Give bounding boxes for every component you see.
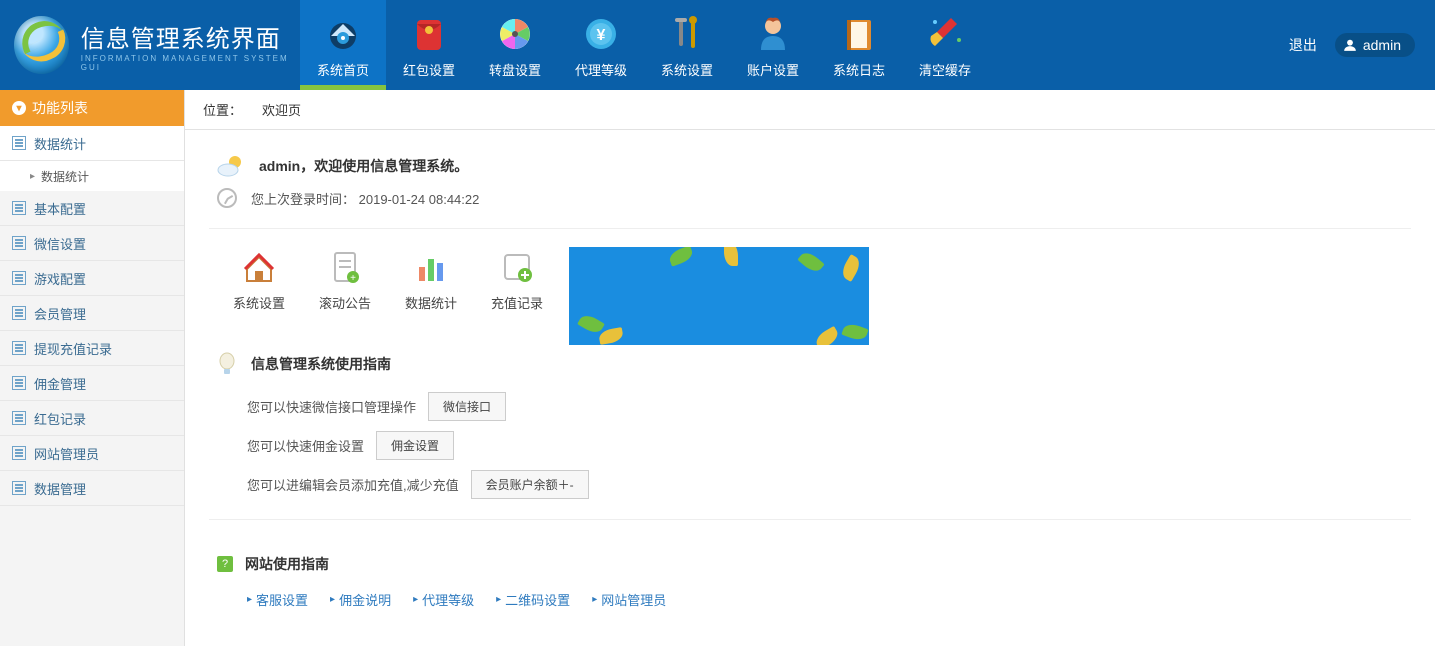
user-icon [751, 12, 795, 56]
list-icon [12, 271, 26, 285]
brand-subtitle: INFORMATION MANAGEMENT SYSTEM GUI [81, 54, 300, 72]
list-icon [12, 481, 26, 495]
top-nav-user[interactable]: 账户设置 [730, 0, 816, 90]
shortcuts: 系统设置+滚动公告数据统计充值记录红包 [209, 249, 1411, 312]
shortcut-home[interactable]: 系统设置 [233, 249, 285, 312]
user-name: admin [1363, 37, 1401, 53]
list-icon [12, 376, 26, 390]
top-nav-home[interactable]: 系统首页 [300, 0, 386, 90]
top-nav: 系统首页红包设置转盘设置¥代理等级系统设置账户设置系统日志清空缓存 [300, 0, 988, 90]
sidebar-item[interactable]: 会员管理 [0, 296, 184, 331]
guide-button[interactable]: 微信接口 [428, 392, 506, 421]
sidebar-item[interactable]: 游戏配置 [0, 261, 184, 296]
top-nav-wheel[interactable]: 转盘设置 [472, 0, 558, 90]
clock-icon [217, 188, 237, 208]
sidebar-item[interactable]: 数据统计 [0, 126, 184, 161]
last-login-row: 您上次登录时间： 2019-01-24 08:44:22 [209, 188, 1411, 208]
recharge-icon [499, 249, 535, 285]
doc-icon: + [327, 249, 363, 285]
bars-icon [413, 249, 449, 285]
home-icon [241, 249, 277, 285]
top-nav-badge[interactable]: ¥代理等级 [558, 0, 644, 90]
top-nav-tools[interactable]: 系统设置 [644, 0, 730, 90]
svg-text:+: + [350, 273, 356, 284]
site-guide-link[interactable]: 客服设置 [247, 590, 308, 609]
sidebar-item[interactable]: 网站管理员 [0, 436, 184, 471]
sidebar-item[interactable]: 提现充值记录 [0, 331, 184, 366]
list-icon [12, 236, 26, 250]
brand-title: 信息管理系统界面 [81, 19, 300, 54]
home-icon [321, 12, 365, 56]
site-guide-link[interactable]: 代理等级 [413, 590, 474, 609]
top-nav-log[interactable]: 系统日志 [816, 0, 902, 90]
guide-button[interactable]: 佣金设置 [376, 431, 454, 460]
top-nav-brush[interactable]: 清空缓存 [902, 0, 988, 90]
site-guide-link[interactable]: 佣金说明 [330, 590, 391, 609]
svg-text:¥: ¥ [597, 27, 606, 44]
breadcrumb: 位置： 欢迎页 [185, 90, 1435, 130]
log-icon [837, 12, 881, 56]
brand: 信息管理系统界面 INFORMATION MANAGEMENT SYSTEM G… [0, 0, 300, 90]
shortcut-bars[interactable]: 数据统计 [405, 249, 457, 312]
sidebar: ▾ 功能列表 数据统计数据统计基本配置微信设置游戏配置会员管理提现充值记录佣金管… [0, 90, 185, 646]
wheel-icon [493, 12, 537, 56]
list-icon [12, 306, 26, 320]
logout-link[interactable]: 退出 [1289, 35, 1317, 55]
sidebar-header[interactable]: ▾ 功能列表 [0, 90, 184, 126]
redpacket-icon [407, 12, 451, 56]
last-login-time: 2019-01-24 08:44:22 [359, 192, 480, 207]
list-icon [12, 201, 26, 215]
guide-row: 您可以快速佣金设置佣金设置 [247, 431, 1411, 460]
guide-title: 信息管理系统使用指南 [251, 354, 391, 374]
chevron-down-icon: ▾ [12, 101, 26, 115]
list-icon [12, 446, 26, 460]
site-guide: ? 网站使用指南 客服设置 佣金说明 代理等级 二维码设置 网站管理员 [209, 554, 1411, 609]
site-guide-title: 网站使用指南 [245, 554, 329, 574]
badge-icon: ¥ [579, 12, 623, 56]
list-icon [12, 341, 26, 355]
sidebar-item[interactable]: 红包记录 [0, 401, 184, 436]
sidebar-item[interactable]: 微信设置 [0, 226, 184, 261]
header: 信息管理系统界面 INFORMATION MANAGEMENT SYSTEM G… [0, 0, 1435, 90]
welcome-row: admin，欢迎使用信息管理系统。 [209, 154, 1411, 178]
site-guide-link[interactable]: 网站管理员 [592, 590, 666, 609]
logo-icon [14, 16, 69, 74]
sidebar-item[interactable]: 佣金管理 [0, 366, 184, 401]
breadcrumb-page: 欢迎页 [262, 100, 301, 119]
guide-row: 您可以快速微信接口管理操作微信接口 [247, 392, 1411, 421]
site-guide-link[interactable]: 二维码设置 [496, 590, 570, 609]
welcome-text: admin，欢迎使用信息管理系统。 [259, 156, 468, 176]
sidebar-subitem[interactable]: 数据统计 [0, 161, 184, 191]
question-icon: ? [217, 556, 233, 572]
list-icon [12, 411, 26, 425]
user-icon [1343, 38, 1357, 52]
main: 位置： 欢迎页 admin，欢迎使用信息管理系统。 您上次登录时间： 2019-… [185, 90, 1435, 646]
shortcut-doc[interactable]: +滚动公告 [319, 249, 371, 312]
weather-icon [217, 154, 245, 178]
system-guide: 信息管理系统使用指南 您可以快速微信接口管理操作微信接口您可以快速佣金设置佣金设… [209, 352, 1411, 499]
guide-row: 您可以进编辑会员添加充值,减少充值会员账户余额＋- [247, 470, 1411, 499]
banner-image [569, 247, 869, 345]
bulb-icon [217, 352, 237, 376]
sidebar-item[interactable]: 数据管理 [0, 471, 184, 506]
user-pill[interactable]: admin [1335, 33, 1415, 57]
tools-icon [665, 12, 709, 56]
brush-icon [923, 12, 967, 56]
sidebar-item[interactable]: 基本配置 [0, 191, 184, 226]
guide-button[interactable]: 会员账户余额＋- [471, 470, 589, 499]
top-nav-redpacket[interactable]: 红包设置 [386, 0, 472, 90]
list-icon [12, 136, 26, 150]
shortcut-recharge[interactable]: 充值记录 [491, 249, 543, 312]
